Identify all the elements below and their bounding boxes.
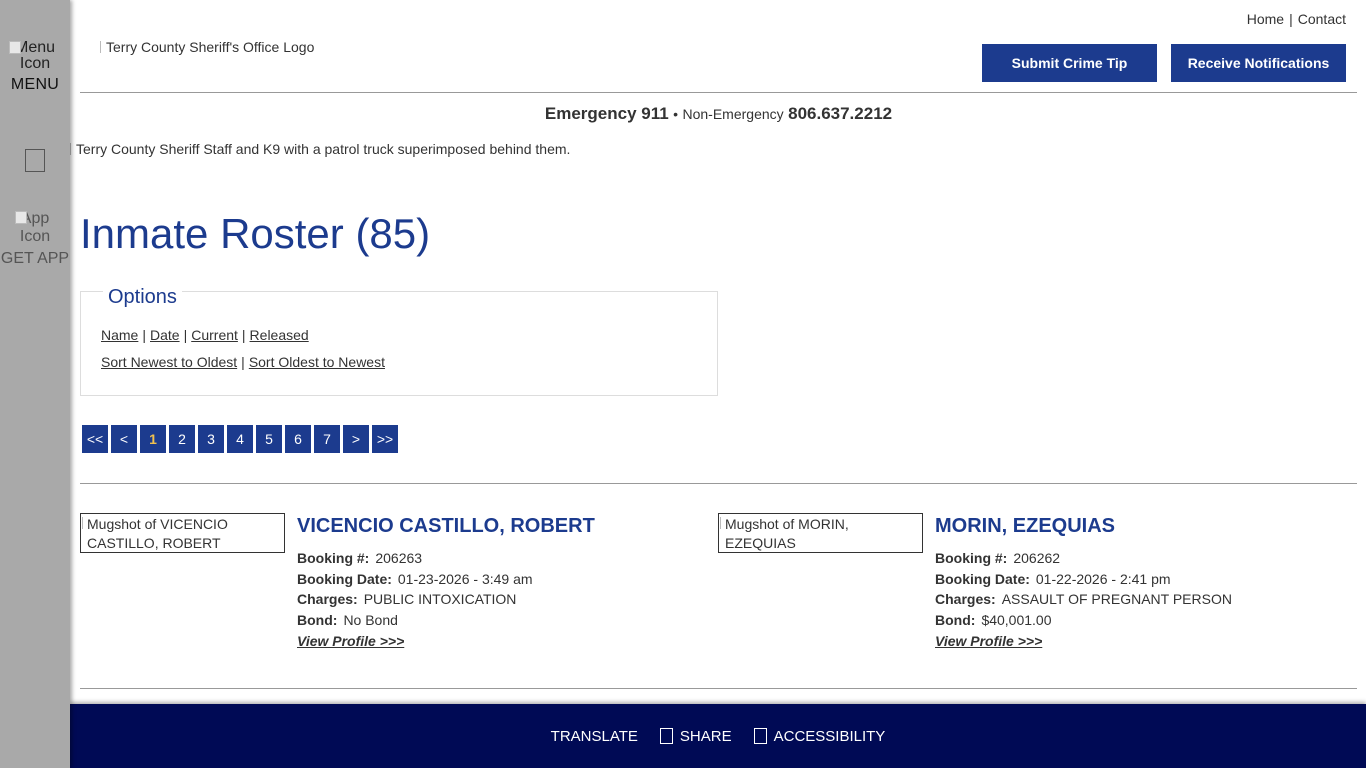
sort-newest-link[interactable]: Sort Newest to Oldest [101, 354, 237, 370]
site-logo[interactable]: Terry County Sheriff's Office Logo [100, 39, 314, 55]
booking-date-label: Booking Date: [935, 570, 1030, 587]
page-3-button[interactable]: 3 [198, 425, 224, 453]
booking-date-label: Booking Date: [297, 570, 392, 587]
page-first-button[interactable]: << [82, 425, 108, 453]
translate-button[interactable]: TRANSLATE [551, 728, 638, 745]
submit-crime-tip-button[interactable]: Submit Crime Tip [982, 44, 1157, 82]
left-sidebar: Menu Icon MENU App Icon GET APP [0, 0, 70, 768]
page-title: Inmate Roster (85) [80, 210, 431, 257]
header-divider [80, 92, 1357, 93]
booking-number: 206262 [1013, 550, 1061, 566]
bond: No Bond [343, 612, 398, 629]
share-label: SHARE [679, 727, 732, 745]
charges: PUBLIC INTOXICATION [363, 591, 517, 608]
inmate-details: Booking #: 206262 Booking Date: 01-22-2026… [935, 548, 1232, 652]
contact-link[interactable]: Contact [1298, 11, 1346, 27]
options-panel: Options Name | Date | Current | Released Sort … [80, 286, 718, 396]
bottom-toolbar: TRANSLATE SHARE ACCESSIBILITY [70, 704, 1366, 768]
page-6-button[interactable]: 6 [285, 425, 311, 453]
bond: $40,001.00 [981, 612, 1052, 629]
accessibility-label: ACCESSIBILITY [773, 727, 886, 745]
bullet-separator: • [673, 106, 679, 122]
hero-image: Terry County Sheriff Staff and K9 with a… [70, 141, 570, 157]
home-link[interactable]: Home [1247, 11, 1284, 27]
get-app-label: GET APP [0, 250, 70, 267]
non-emergency-number: 806.637.2212 [788, 104, 893, 123]
bond-label: Bond: [935, 612, 976, 629]
page-4-button[interactable]: 4 [227, 425, 253, 453]
booking-number-label: Booking #: [297, 550, 370, 566]
menu-label: MENU [10, 76, 60, 93]
sort-links: Sort Newest to Oldest | Sort Oldest to New… [101, 354, 385, 370]
inmate-name[interactable]: MORIN, EZEQUIAS [935, 515, 1115, 538]
page-next-button[interactable]: > [343, 425, 369, 453]
filter-date-link[interactable]: Date [150, 327, 180, 343]
receive-notifications-button[interactable]: Receive Notifications [1171, 44, 1346, 82]
booking-number-label: Booking #: [935, 550, 1008, 566]
filter-released-link[interactable]: Released [250, 327, 309, 343]
accessibility-button[interactable]: ACCESSIBILITY [753, 727, 886, 745]
phone-numbers: Emergency 911 • Non-Emergency 806.637.22… [80, 104, 1357, 124]
charges: ASSAULT OF PREGNANT PERSON [1001, 591, 1232, 608]
filter-current-link[interactable]: Current [191, 327, 238, 343]
sidebar-square-icon[interactable] [25, 149, 45, 172]
filter-name-link[interactable]: Name [101, 327, 138, 343]
inmate-card: Mugshot of VICENCIO CASTILLO, ROBERT VIC… [80, 513, 700, 663]
page-7-button[interactable]: 7 [314, 425, 340, 453]
pagination: << < 1 2 3 4 5 6 7 > >> [82, 425, 398, 453]
booking-date: 01-23-2026 - 3:49 am [397, 570, 533, 587]
share-icon [659, 728, 673, 744]
roster-divider-bottom [80, 688, 1357, 689]
page-5-button[interactable]: 5 [256, 425, 282, 453]
inmate-card: Mugshot of MORIN, EZEQUIAS MORIN, EZEQUI… [718, 513, 1338, 663]
page-prev-button[interactable]: < [111, 425, 137, 453]
inmate-details: Booking #: 206263 Booking Date: 01-23-2026… [297, 548, 533, 652]
mugshot-image[interactable]: Mugshot of VICENCIO CASTILLO, ROBERT [80, 513, 285, 553]
non-emergency-label: Non-Emergency [682, 106, 784, 122]
page-last-button[interactable]: >> [372, 425, 398, 453]
translate-label: TRANSLATE [550, 727, 638, 745]
inmate-name[interactable]: VICENCIO CASTILLO, ROBERT [297, 515, 595, 538]
share-button[interactable]: SHARE [659, 727, 732, 745]
booking-number: 206263 [375, 550, 423, 566]
filter-links: Name | Date | Current | Released [101, 327, 309, 343]
sort-oldest-link[interactable]: Sort Oldest to Newest [249, 354, 385, 370]
options-legend: Options [103, 286, 182, 309]
bond-label: Bond: [297, 612, 338, 629]
mugshot-image[interactable]: Mugshot of MORIN, EZEQUIAS [718, 513, 923, 553]
page-2-button[interactable]: 2 [169, 425, 195, 453]
roster-divider-top [80, 483, 1357, 484]
charges-label: Charges: [297, 591, 358, 608]
view-profile-link[interactable]: View Profile >>> [297, 633, 404, 649]
view-profile-link[interactable]: View Profile >>> [935, 633, 1042, 649]
get-app-link[interactable]: App Icon GET APP [0, 210, 70, 268]
booking-date: 01-22-2026 - 2:41 pm [1035, 570, 1171, 587]
menu-toggle[interactable]: Menu Icon MENU [0, 40, 70, 94]
accessibility-icon [753, 728, 767, 744]
page-1-button[interactable]: 1 [140, 425, 166, 453]
charges-label: Charges: [935, 591, 996, 608]
menu-icon: Menu Icon [9, 40, 61, 72]
emergency-number: Emergency 911 [544, 104, 669, 123]
top-links: Home | Contact [1246, 11, 1346, 27]
app-icon: App Icon [15, 210, 55, 246]
